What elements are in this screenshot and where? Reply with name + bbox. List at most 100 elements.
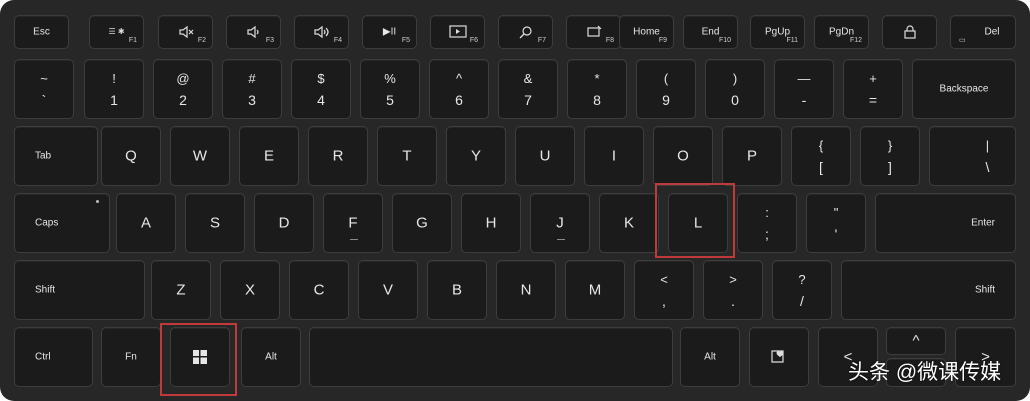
f12-sub-label: F12 <box>849 37 862 44</box>
emoji-key[interactable] <box>749 327 809 387</box>
key-e[interactable]: E <box>239 126 299 186</box>
esc-key[interactable]: Esc <box>14 15 69 49</box>
key-5[interactable]: % 5 <box>360 59 420 119</box>
right-bracket-key[interactable]: } ] <box>860 126 920 186</box>
key-b[interactable]: B <box>427 260 487 320</box>
key-j[interactable]: J <box>530 193 590 253</box>
present-icon <box>448 25 467 38</box>
key-h-label: H <box>485 214 497 232</box>
key-y[interactable]: Y <box>446 126 506 186</box>
f2-mute-key[interactable]: F2 <box>158 15 213 49</box>
key-z[interactable]: Z <box>151 260 211 320</box>
left-bracket-label: [ <box>819 159 823 175</box>
key-8-top: * <box>594 71 600 86</box>
key-0-bottom: 0 <box>731 92 739 108</box>
key-0[interactable]: ) 0 <box>705 59 765 119</box>
key-g[interactable]: G <box>392 193 452 253</box>
comma-key[interactable]: < , <box>634 260 694 320</box>
key-h[interactable]: H <box>461 193 521 253</box>
key-o[interactable]: O <box>653 126 713 186</box>
key-w[interactable]: W <box>170 126 230 186</box>
key-t[interactable]: T <box>377 126 437 186</box>
del-key[interactable]: Del ▭ <box>950 15 1016 49</box>
key-3[interactable]: # 3 <box>222 59 282 119</box>
key-1[interactable]: ! 1 <box>84 59 144 119</box>
right-alt-key[interactable]: Alt <box>680 327 740 387</box>
pgdn-key[interactable]: PgDn F12 <box>814 15 869 49</box>
enter-key[interactable]: Enter <box>875 193 1016 253</box>
lock-key[interactable] <box>882 15 937 49</box>
up-arrow-key[interactable]: ^ <box>886 327 946 355</box>
pgup-label: PgUp <box>764 26 790 38</box>
key-p[interactable]: P <box>722 126 782 186</box>
f4-volume-up-key[interactable]: F4 <box>294 15 349 49</box>
single-quote-label: ' <box>834 226 838 242</box>
backslash-key[interactable]: | \ <box>929 126 1016 186</box>
backtick-key[interactable]: ~ ` <box>14 59 74 119</box>
enter-label: Enter <box>971 217 995 229</box>
key-q[interactable]: Q <box>101 126 161 186</box>
key-r[interactable]: R <box>308 126 368 186</box>
pgup-key[interactable]: PgUp F11 <box>750 15 805 49</box>
key-c[interactable]: C <box>289 260 349 320</box>
f6-sub-label: F6 <box>469 37 478 44</box>
right-shift-key[interactable]: Shift <box>841 260 1016 320</box>
key-2[interactable]: @ 2 <box>153 59 213 119</box>
semicolon-key[interactable]: : ; <box>737 193 797 253</box>
end-key[interactable]: End F10 <box>683 15 738 49</box>
f6-present-key[interactable]: F6 <box>430 15 485 49</box>
left-alt-key[interactable]: Alt <box>241 327 301 387</box>
right-shift-label: Shift <box>974 284 995 296</box>
left-shift-key[interactable]: Shift <box>14 260 145 320</box>
right-alt-label: Alt <box>704 351 716 363</box>
backspace-key[interactable]: Backspace <box>912 59 1016 119</box>
f3-volume-down-key[interactable]: F3 <box>226 15 281 49</box>
key-5-bottom: 5 <box>386 92 394 108</box>
key-6[interactable]: ^ 6 <box>429 59 489 119</box>
key-x[interactable]: X <box>220 260 280 320</box>
quote-key[interactable]: " ' <box>806 193 866 253</box>
f8-snip-key[interactable]: F8 <box>566 15 621 49</box>
key-k[interactable]: K <box>599 193 659 253</box>
key-6-top: ^ <box>455 71 463 86</box>
less-than-label: < <box>660 272 668 287</box>
f7-search-key[interactable]: F7 <box>498 15 553 49</box>
home-key[interactable]: Home F9 <box>619 15 674 49</box>
f2-sub-label: F2 <box>197 37 206 44</box>
ctrl-label: Ctrl <box>35 351 51 363</box>
key-g-label: G <box>416 214 428 232</box>
key-v[interactable]: V <box>358 260 418 320</box>
ctrl-key[interactable]: Ctrl <box>14 327 93 387</box>
key-9-top: ( <box>663 71 669 86</box>
caps-key[interactable]: Caps <box>14 193 110 253</box>
f9-sub-label: F9 <box>658 37 667 44</box>
key-s[interactable]: S <box>185 193 245 253</box>
key-f[interactable]: F <box>323 193 383 253</box>
key-7[interactable]: & 7 <box>498 59 558 119</box>
slash-key[interactable]: ? / <box>772 260 832 320</box>
minus-key[interactable]: — - <box>774 59 834 119</box>
key-i[interactable]: I <box>584 126 644 186</box>
key-n[interactable]: N <box>496 260 556 320</box>
left-bracket-key[interactable]: { [ <box>791 126 851 186</box>
tab-key[interactable]: Tab <box>14 126 98 186</box>
key-m-label: M <box>588 281 602 299</box>
key-8[interactable]: * 8 <box>567 59 627 119</box>
fn-key[interactable]: Fn <box>101 327 161 387</box>
f1-sub-label: F1 <box>128 37 137 44</box>
key-7-top: & <box>523 71 533 86</box>
spacebar[interactable] <box>309 327 673 387</box>
key-9[interactable]: ( 9 <box>636 59 696 119</box>
key-u-label: U <box>539 147 551 165</box>
f1-key[interactable]: ☰ ✱ F1 <box>89 15 144 49</box>
key-m[interactable]: M <box>565 260 625 320</box>
key-k-label: K <box>623 214 634 232</box>
period-key[interactable]: > . <box>703 260 763 320</box>
f5-play-pause-key[interactable]: ▶II F5 <box>362 15 417 49</box>
keyboard: Esc ☰ ✱ F1 F2 F3 F4 ▶II F5 F6 F7 F8 Home… <box>0 0 1030 401</box>
equals-key[interactable]: + = <box>843 59 903 119</box>
key-d[interactable]: D <box>254 193 314 253</box>
key-a[interactable]: A <box>116 193 176 253</box>
key-4[interactable]: $ 4 <box>291 59 351 119</box>
key-u[interactable]: U <box>515 126 575 186</box>
